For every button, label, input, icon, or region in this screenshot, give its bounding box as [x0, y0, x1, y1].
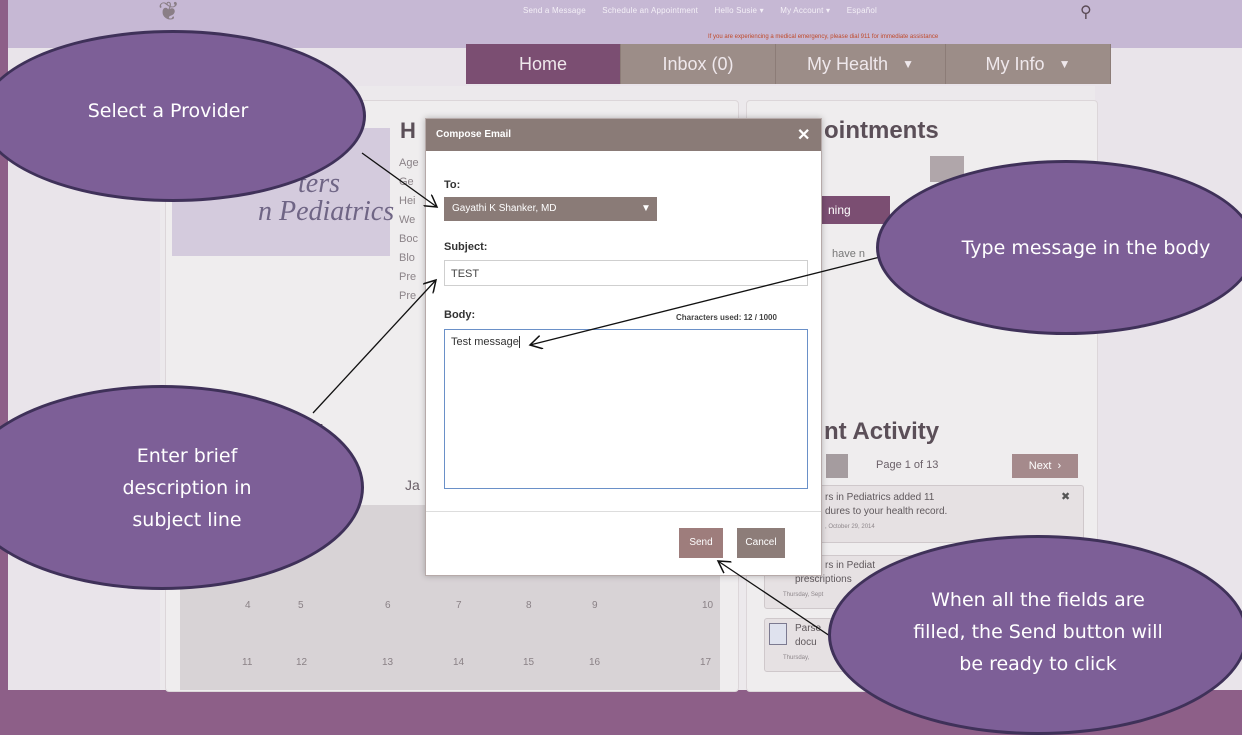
arrow-to-send: [718, 561, 831, 637]
callout-text: When all the fields are filled, the Send…: [913, 589, 1163, 675]
callout-text: Select a Provider: [87, 100, 249, 122]
callout-send-button: When all the fields are filled, the Send…: [828, 535, 1242, 735]
callout-text: Type message in the body: [961, 236, 1211, 259]
arrow-to-recipient: [361, 152, 437, 207]
callout-text: Enter brief description in subject line: [122, 444, 252, 531]
arrow-to-body: [530, 254, 889, 345]
arrow-to-subject: [312, 280, 436, 414]
callout-type-body: Type message in the body: [876, 160, 1242, 335]
